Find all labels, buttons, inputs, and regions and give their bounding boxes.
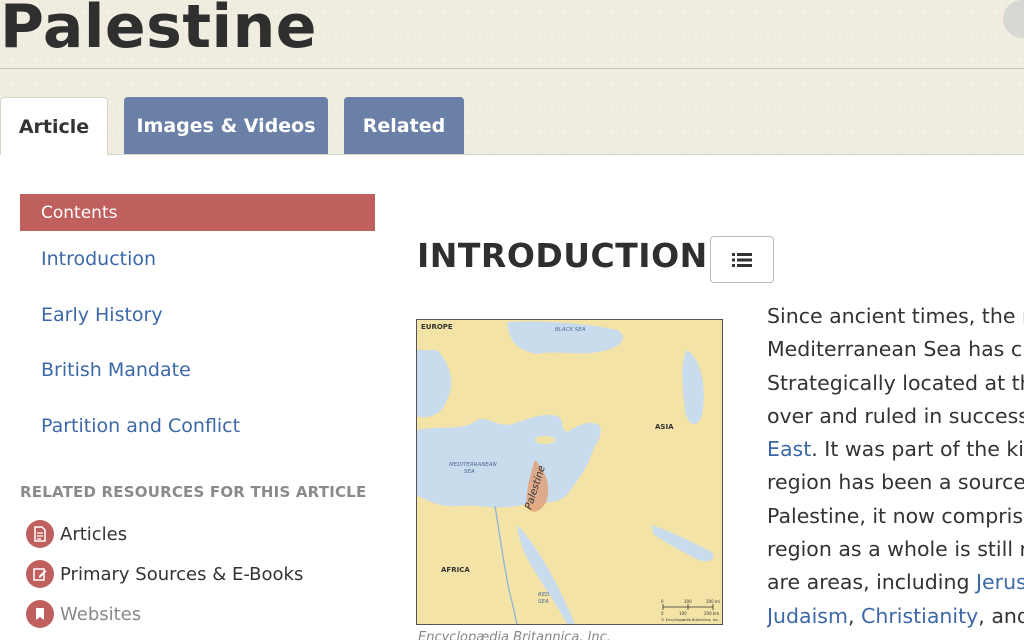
header-divider xyxy=(0,68,1024,69)
map-label-asia: ASIA xyxy=(655,423,674,431)
paragraph-line: Strategically located at th xyxy=(767,370,1024,395)
tab-related[interactable]: Related xyxy=(344,97,464,155)
svg-text:100: 100 xyxy=(679,611,687,616)
link-jerusalem[interactable]: Jerus xyxy=(976,570,1024,594)
map-label-mediterranean-2: SEA xyxy=(464,469,475,475)
map-image[interactable]: EUROPE BLACK SEA ASIA MEDITERRANEAN SEA … xyxy=(416,319,723,625)
paragraph-line: Mediterranean Sea has c xyxy=(767,337,1023,362)
paragraph-line: over and ruled in success xyxy=(767,403,1024,428)
tab-article[interactable]: Article xyxy=(0,97,108,155)
map-label-red-sea-2: SEA xyxy=(538,599,549,605)
resource-label: Primary Sources & E-Books xyxy=(60,563,304,585)
page-header: Palestine Article Images & Videos Relate… xyxy=(0,0,1024,155)
map-label-black-sea: BLACK SEA xyxy=(555,327,586,333)
svg-text:200 km: 200 km xyxy=(704,611,719,616)
page-title: Palestine xyxy=(0,0,317,62)
related-resources-heading: RELATED RESOURCES FOR THIS ARTICLE xyxy=(20,483,367,501)
table-of-contents-button[interactable] xyxy=(710,236,774,283)
toc-link-early-history[interactable]: Early History xyxy=(41,304,163,326)
link-east[interactable]: East xyxy=(767,437,811,461)
resource-label: Websites xyxy=(60,603,142,625)
link-christianity[interactable]: Christianity xyxy=(861,604,978,628)
toc-link-introduction[interactable]: Introduction xyxy=(41,248,156,270)
resource-websites[interactable]: Websites xyxy=(26,600,141,628)
resource-primary-sources[interactable]: Primary Sources & E-Books xyxy=(26,560,303,588)
paragraph-line: East. It was part of the kin xyxy=(767,437,1024,462)
map-label-red-sea-1: RED xyxy=(538,592,550,598)
map-label-mediterranean-1: MEDITERRANEAN xyxy=(449,462,497,468)
tab-images-videos[interactable]: Images & Videos xyxy=(124,97,328,155)
paragraph-line: Palestine, it now compris xyxy=(767,503,1024,528)
toc-link-british-mandate[interactable]: British Mandate xyxy=(41,359,191,381)
header-corner-button[interactable] xyxy=(1003,0,1024,38)
map-label-africa: AFRICA xyxy=(441,566,470,574)
paragraph-line: region as a whole is still r xyxy=(767,537,1024,562)
toc-link-partition-and-conflict[interactable]: Partition and Conflict xyxy=(41,415,240,437)
map-caption: Encyclopædia Britannica, Inc. xyxy=(418,630,611,640)
resource-label: Articles xyxy=(60,523,128,545)
svg-text:100: 100 xyxy=(684,599,692,604)
resource-articles[interactable]: Articles xyxy=(26,520,127,548)
contents-header: Contents xyxy=(20,194,375,231)
map-label-europe: EUROPE xyxy=(421,323,453,331)
document-icon xyxy=(26,520,54,548)
tab-baseline xyxy=(108,154,1024,155)
paragraph-line: are areas, including Jerus xyxy=(767,566,1024,599)
paragraph-line: Since ancient times, the r xyxy=(767,304,1024,328)
paragraph-line: Judaism, Christianity, and xyxy=(767,603,1024,628)
bookmark-icon xyxy=(26,600,54,628)
link-judaism[interactable]: Judaism xyxy=(767,604,848,628)
svg-text:© Encyclopædia Britannica, Inc: © Encyclopædia Britannica, Inc. xyxy=(661,618,719,622)
paragraph-line: region has been a source xyxy=(767,470,1024,495)
article-paragraph: Since ancient times, the r Mediterranean… xyxy=(767,300,1024,640)
section-title: INTRODUCTION xyxy=(417,236,708,275)
edit-icon xyxy=(26,560,54,588)
list-icon xyxy=(732,252,752,267)
svg-text:200 mi: 200 mi xyxy=(706,599,720,604)
